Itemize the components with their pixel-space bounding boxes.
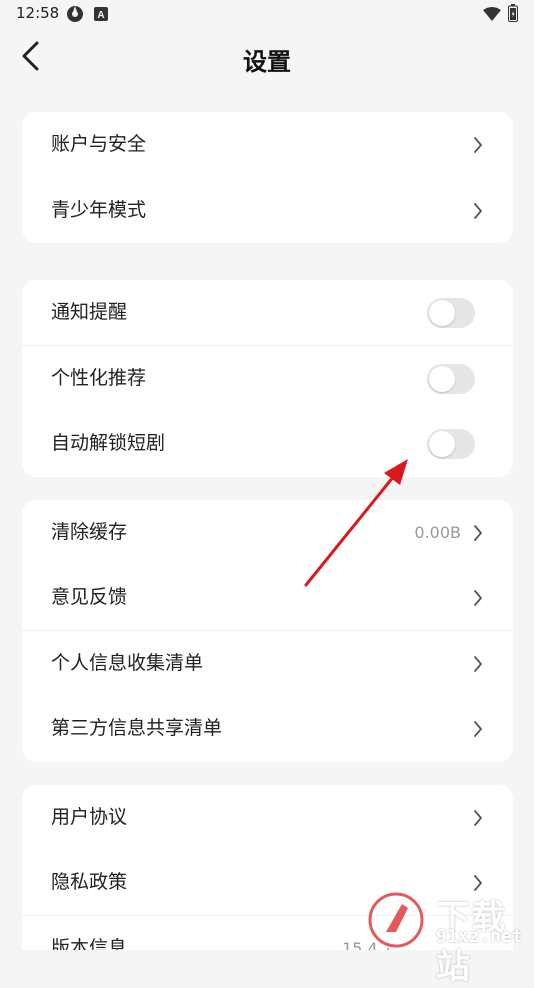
toggle-knob [429, 300, 455, 326]
notification-icon [66, 5, 84, 27]
status-time: 12:58 [16, 4, 60, 22]
brand-logo-icon [367, 891, 425, 949]
version-info-label: 版本信息 [51, 937, 128, 950]
account-security-row[interactable]: 账户与安全 [22, 112, 513, 177]
notification-reminder-label: 通知提醒 [51, 301, 128, 323]
chevron-right-icon [474, 810, 482, 826]
auto-unlock-drama-toggle[interactable] [427, 429, 475, 459]
personalized-recommend-row: 个性化推荐 [22, 346, 513, 411]
user-agreement-row[interactable]: 用户协议 [22, 785, 513, 850]
page-title: 设置 [243, 48, 291, 76]
chevron-right-icon [474, 656, 482, 672]
general-card: 清除缓存 0.00B 意见反馈 个人信息收集清单 第三方信息共享清单 [22, 500, 513, 762]
clear-cache-row[interactable]: 清除缓存 0.00B [22, 500, 513, 565]
toggle-knob [429, 431, 455, 457]
auto-unlock-drama-label: 自动解锁短剧 [51, 432, 166, 454]
notification-reminder-toggle[interactable] [427, 298, 475, 328]
notifications-card: 通知提醒 个性化推荐 自动解锁短剧 [22, 280, 513, 477]
clear-cache-label: 清除缓存 [51, 521, 128, 543]
watermark-logo: 下载站 91xz.net [362, 888, 534, 987]
feedback-label: 意见反馈 [51, 586, 128, 608]
chevron-right-icon [474, 590, 482, 606]
personalized-recommend-toggle[interactable] [427, 364, 475, 394]
personalized-recommend-label: 个性化推荐 [51, 367, 147, 389]
teen-mode-row[interactable]: 青少年模式 [22, 178, 513, 243]
app-a-icon-letter: A [97, 10, 104, 21]
battery-icon [508, 4, 518, 26]
teen-mode-label: 青少年模式 [51, 199, 147, 221]
wifi-icon [483, 6, 501, 25]
watermark-brand-line2: 91xz.net [436, 926, 523, 947]
cache-size-value: 0.00B [414, 523, 461, 542]
account-card: 账户与安全 青少年模式 [22, 112, 513, 243]
personal-info-list-row[interactable]: 个人信息收集清单 [22, 631, 513, 696]
chevron-right-icon [474, 203, 482, 219]
third-party-sharing-row[interactable]: 第三方信息共享清单 [22, 696, 513, 761]
user-agreement-label: 用户协议 [51, 806, 128, 828]
app-a-icon: A [94, 6, 108, 25]
third-party-sharing-label: 第三方信息共享清单 [51, 717, 223, 739]
annotation-arrow-icon [304, 459, 408, 587]
personal-info-list-label: 个人信息收集清单 [51, 652, 204, 674]
nav-bar: 设置 [0, 28, 534, 92]
chevron-right-icon [474, 137, 482, 153]
account-security-label: 账户与安全 [51, 133, 147, 155]
notification-reminder-row: 通知提醒 [22, 280, 513, 345]
chevron-right-icon [474, 721, 482, 737]
feedback-row[interactable]: 意见反馈 [22, 565, 513, 630]
privacy-policy-label: 隐私政策 [51, 871, 128, 893]
toggle-knob [429, 366, 455, 392]
chevron-right-icon [474, 525, 482, 541]
status-bar: 12:58 A [0, 0, 534, 28]
auto-unlock-drama-row: 自动解锁短剧 [22, 411, 513, 476]
